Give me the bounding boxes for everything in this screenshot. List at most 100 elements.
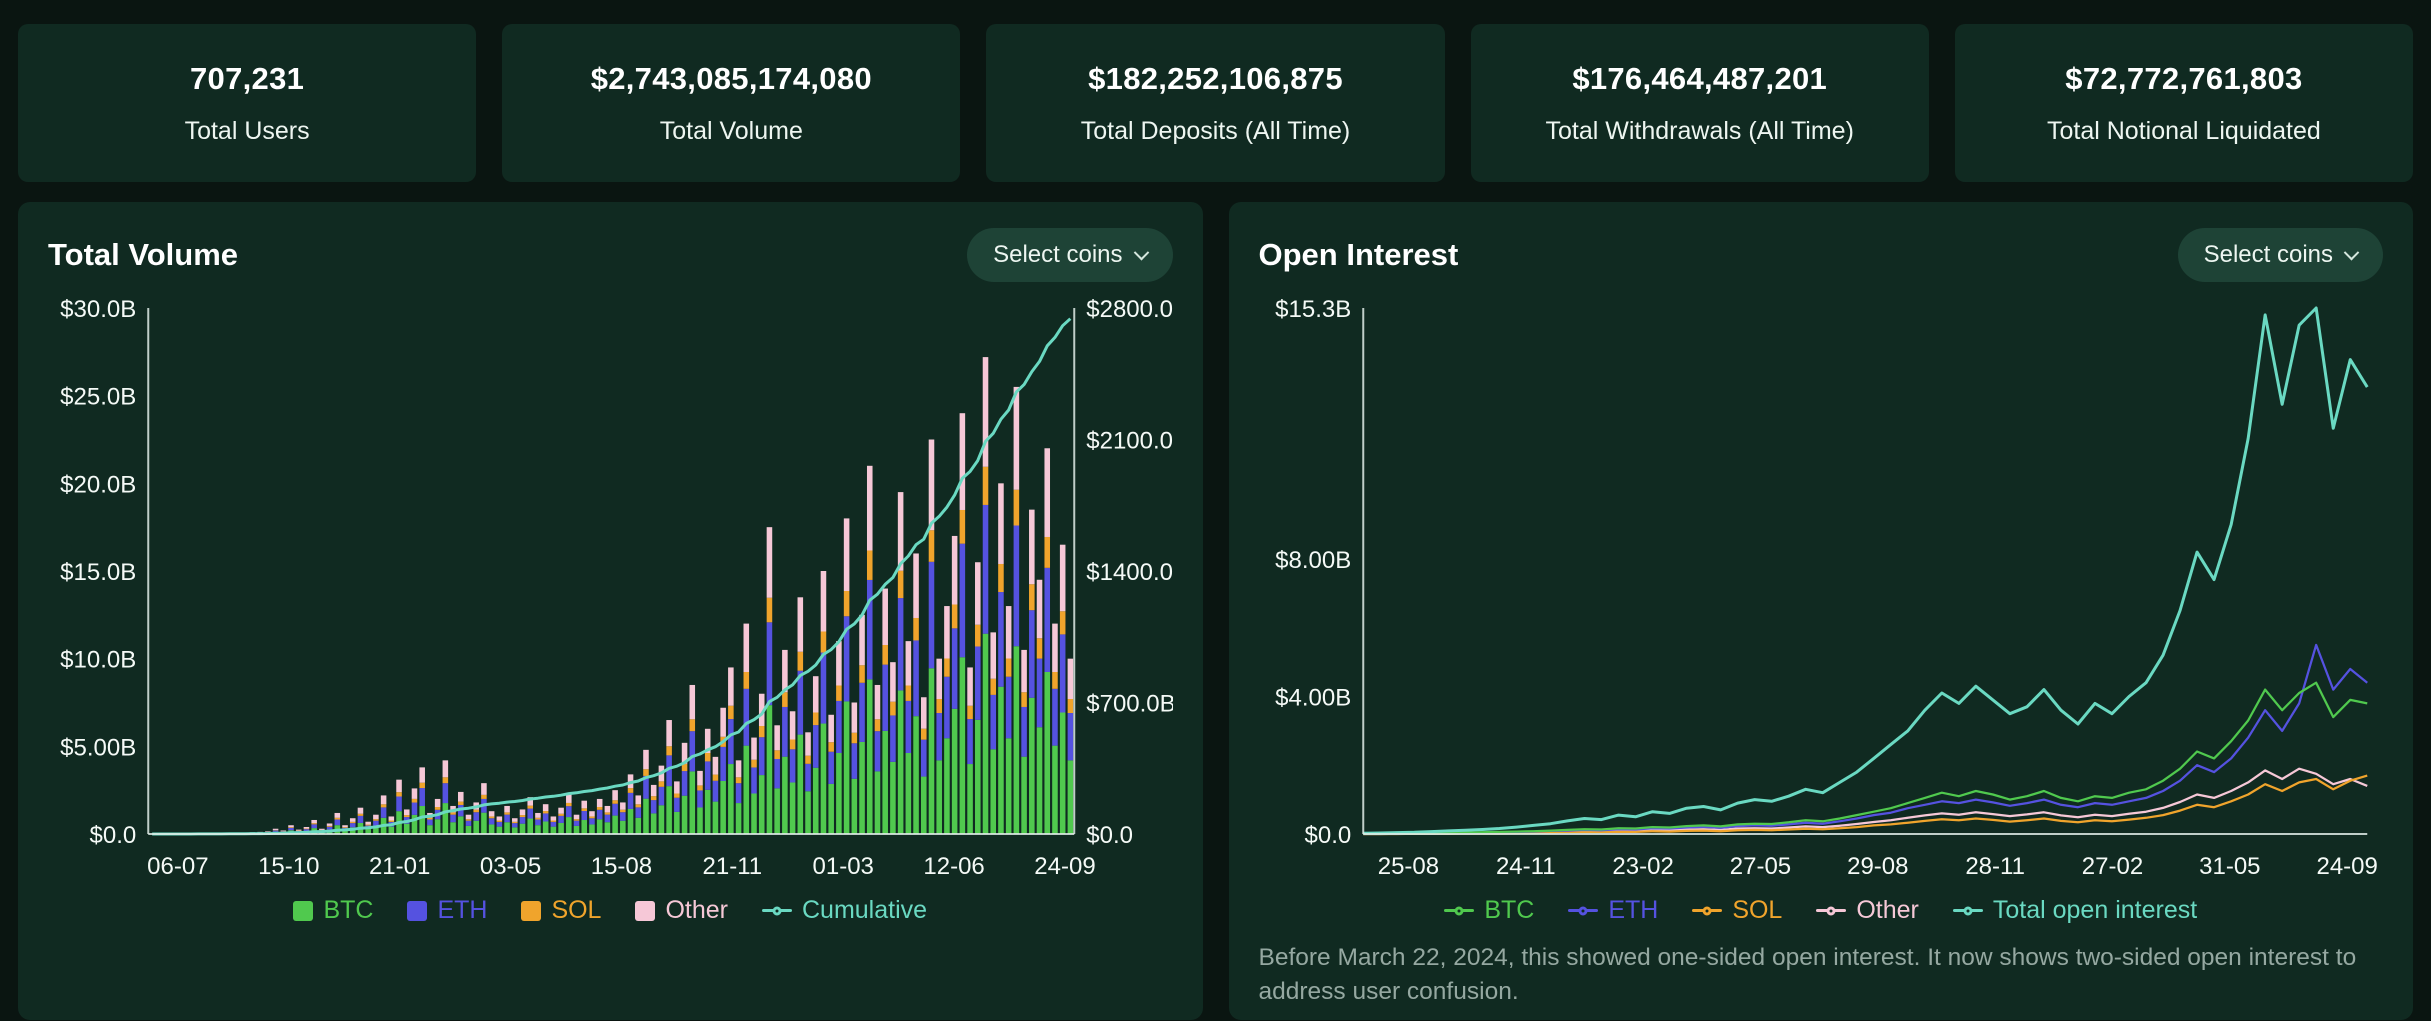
legend-item-sol[interactable]: SOL: [521, 896, 601, 925]
volume-bar-sol: [288, 827, 294, 828]
select-coins-button-volume[interactable]: Select coins: [967, 228, 1173, 282]
y-axis-left-tick: $15.0B: [60, 559, 136, 586]
other-swatch-icon: [635, 900, 656, 921]
volume-bar-other: [874, 684, 881, 720]
volume-bar-other: [1067, 658, 1074, 699]
volume-bar-sol: [936, 698, 942, 714]
volume-bar-other: [959, 413, 966, 510]
volume-bar-eth: [897, 598, 904, 691]
volume-bar-other: [951, 535, 958, 605]
volume-bar-other: [1052, 623, 1058, 672]
volume-bar-sol: [951, 604, 958, 629]
volume-bar-btc: [874, 771, 881, 834]
stats-dashboard: { "stats": [ {"value": "707,231", "label…: [0, 0, 2431, 1021]
volume-bar-eth: [735, 783, 742, 804]
volume-bar-other: [342, 825, 348, 828]
volume-bar-btc: [496, 826, 503, 834]
cumulative-line-icon: [762, 906, 792, 915]
volume-bar-eth: [380, 807, 387, 818]
volume-bar-btc: [720, 780, 726, 834]
volume-bar-btc: [975, 719, 981, 834]
volume-bar-eth: [874, 731, 881, 772]
volume-bar-btc: [866, 679, 873, 834]
volume-bar-other: [373, 814, 379, 820]
y-axis-right-tick: $0.0: [1086, 822, 1133, 849]
volume-bar-other: [1021, 649, 1027, 693]
volume-bar-eth: [797, 670, 804, 735]
volume-bar-btc: [982, 633, 989, 834]
volume-bar-sol: [674, 793, 680, 798]
open-interest-legend: BTC ETH SOL Other Total open interest: [1259, 896, 2384, 925]
volume-bar-sol: [975, 624, 981, 647]
volume-bar-other: [712, 756, 719, 775]
volume-bar-eth: [836, 700, 842, 753]
volume-bar-other: [542, 804, 549, 812]
volume-bar-sol: [905, 685, 912, 701]
volume-bar-eth: [450, 814, 456, 823]
volume-bar-other: [550, 816, 557, 821]
volume-bar-eth: [720, 746, 726, 781]
volume-bar-sol: [998, 563, 1004, 593]
volume-bar-eth: [951, 628, 958, 709]
volume-bar-other: [851, 702, 858, 733]
legend-item-eth[interactable]: ETH: [407, 896, 487, 925]
x-axis-tick: 24-09: [2316, 853, 2377, 880]
legend-item-total-open-interest[interactable]: Total open interest: [1952, 896, 2197, 925]
stat-label: Total Withdrawals (All Time): [1545, 116, 1854, 145]
volume-bar-btc: [403, 823, 410, 834]
x-axis-tick: 06-07: [147, 853, 208, 880]
legend-item-other[interactable]: Other: [635, 896, 728, 925]
volume-bar-btc: [658, 805, 665, 834]
volume-bar-eth: [959, 543, 966, 658]
stats-row: 707,231 Total Users $2,743,085,174,080 T…: [18, 24, 2414, 182]
volume-bar-sol: [897, 570, 904, 599]
volume-bar-btc: [751, 793, 757, 834]
y-axis-tick: $4.00B: [1275, 684, 1351, 711]
y-axis-right-tick: $700.0B: [1086, 691, 1172, 718]
total-volume-title: Total Volume: [48, 237, 239, 272]
volume-bar-other: [720, 707, 726, 737]
volume-bar-sol: [596, 806, 603, 810]
volume-bar-sol: [658, 781, 665, 787]
volume-bar-eth: [1029, 610, 1035, 698]
x-axis-tick: 24-11: [1495, 853, 1555, 880]
legend-item-sol[interactable]: SOL: [1692, 896, 1782, 925]
legend-item-other[interactable]: Other: [1816, 896, 1919, 925]
legend-item-btc[interactable]: BTC: [293, 896, 373, 925]
stat-card-total-volume: $2,743,085,174,080 Total Volume: [502, 24, 961, 182]
volume-bar-sol: [967, 705, 973, 720]
x-axis-tick: 21-11: [703, 853, 763, 880]
select-coins-button-open-interest[interactable]: Select coins: [2177, 228, 2383, 282]
volume-bar-eth: [828, 751, 834, 784]
volume-bar-sol: [789, 739, 796, 750]
total-volume-panel: Total Volume Select coins $0.0 $5.00B $10.…: [18, 202, 1203, 1020]
y-axis-left-tick: $30.0B: [60, 296, 136, 323]
volume-bar-sol: [913, 617, 919, 641]
y-axis-left-tick: $5.00B: [60, 734, 136, 761]
volume-bar-sol: [357, 813, 364, 816]
volume-bar-sol: [627, 788, 634, 793]
volume-bar-other: [303, 826, 310, 829]
volume-bar-eth: [427, 819, 433, 826]
volume-bar-other: [581, 800, 588, 809]
volume-bar-other: [728, 667, 734, 706]
volume-bar-other: [496, 816, 503, 821]
x-axis-tick: 24-09: [1034, 853, 1095, 880]
volume-bar-other: [519, 809, 526, 816]
volume-bar-other: [612, 790, 618, 801]
volume-bar-other: [481, 783, 487, 795]
volume-bar-sol: [874, 719, 881, 732]
stat-card-total-notional-liquidated: $72,772,761,803 Total Notional Liquidate…: [1954, 24, 2414, 182]
volume-bar-eth: [465, 820, 472, 826]
volume-bar-eth: [542, 813, 549, 822]
x-axis-tick: 29-08: [1847, 853, 1908, 880]
volume-bar-btc: [612, 815, 618, 834]
volume-bar-btc: [650, 813, 657, 834]
legend-item-btc[interactable]: BTC: [1444, 896, 1534, 925]
volume-bar-sol: [1029, 584, 1035, 611]
panel-header: Total Volume Select coins: [48, 228, 1173, 282]
legend-item-eth[interactable]: ETH: [1568, 896, 1658, 925]
legend-item-cumulative[interactable]: Cumulative: [762, 896, 927, 925]
volume-bar-other: [488, 811, 495, 817]
volume-bar-sol: [512, 821, 518, 824]
